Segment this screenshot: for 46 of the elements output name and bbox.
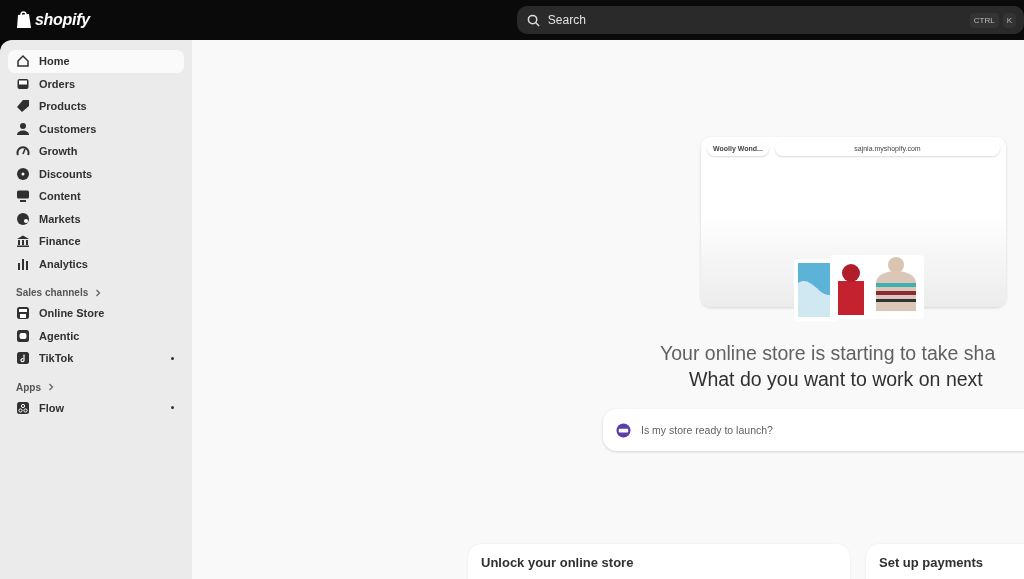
chevron-icon (47, 383, 54, 391)
logo-text: shopify (35, 11, 90, 29)
section-heading[interactable]: Sales channels (8, 275, 184, 302)
nav-item[interactable]: TikTok (8, 347, 184, 370)
nav-item[interactable]: Markets (8, 207, 184, 230)
shortcut-key: CTRL (969, 12, 999, 28)
nav-item[interactable]: Content (8, 185, 184, 208)
subheadline: What do you want to work on next (689, 367, 984, 392)
prompt-input[interactable]: Is my store ready to launch? (639, 423, 1024, 437)
badge-icon (16, 166, 30, 181)
tag-icon (16, 99, 30, 114)
nav-item[interactable]: Agentic (8, 324, 184, 347)
inbox-icon (16, 76, 30, 91)
bag-icon (16, 11, 32, 29)
bank-icon (16, 234, 30, 249)
section-heading[interactable]: Apps (8, 369, 184, 397)
task-card[interactable]: Set up payments (866, 544, 1024, 579)
shopify-logo[interactable]: shopify (16, 11, 484, 29)
nav-item[interactable]: Online Store (8, 302, 184, 325)
nav-item[interactable]: Products (8, 95, 184, 118)
search-icon (526, 13, 540, 27)
nav-item[interactable]: Flow (8, 396, 184, 419)
shortcut-key: K (1002, 12, 1016, 28)
prompt-field[interactable]: Is my store ready to launch? (603, 409, 1024, 451)
monitor-icon (16, 189, 30, 204)
assistant-icon (616, 422, 631, 438)
nav-item[interactable]: Home (8, 50, 184, 73)
nav-item[interactable]: Analytics (8, 252, 184, 275)
home-icon (16, 54, 30, 69)
nav-item[interactable]: Customers (8, 117, 184, 140)
store-icon (16, 306, 30, 321)
nav-item[interactable]: Growth (8, 140, 184, 163)
nav-item[interactable]: Finance (8, 230, 184, 253)
flow-icon (16, 400, 30, 415)
nav-item[interactable]: Discounts (8, 162, 184, 185)
headline: Your online store is starting to take sha (660, 341, 997, 366)
card-title: Unlock your online store (481, 555, 635, 570)
person-icon (16, 121, 30, 136)
search-field[interactable]: Search CTRL K (516, 6, 1024, 34)
task-card[interactable]: Unlock your online store (468, 544, 850, 579)
music-note-icon (16, 351, 30, 366)
search-input[interactable]: Search (545, 12, 964, 28)
bar-chart-icon (16, 256, 30, 271)
chevron-icon (95, 288, 102, 297)
card-title: Set up payments (879, 555, 985, 570)
nav-item[interactable]: Orders (8, 72, 184, 95)
